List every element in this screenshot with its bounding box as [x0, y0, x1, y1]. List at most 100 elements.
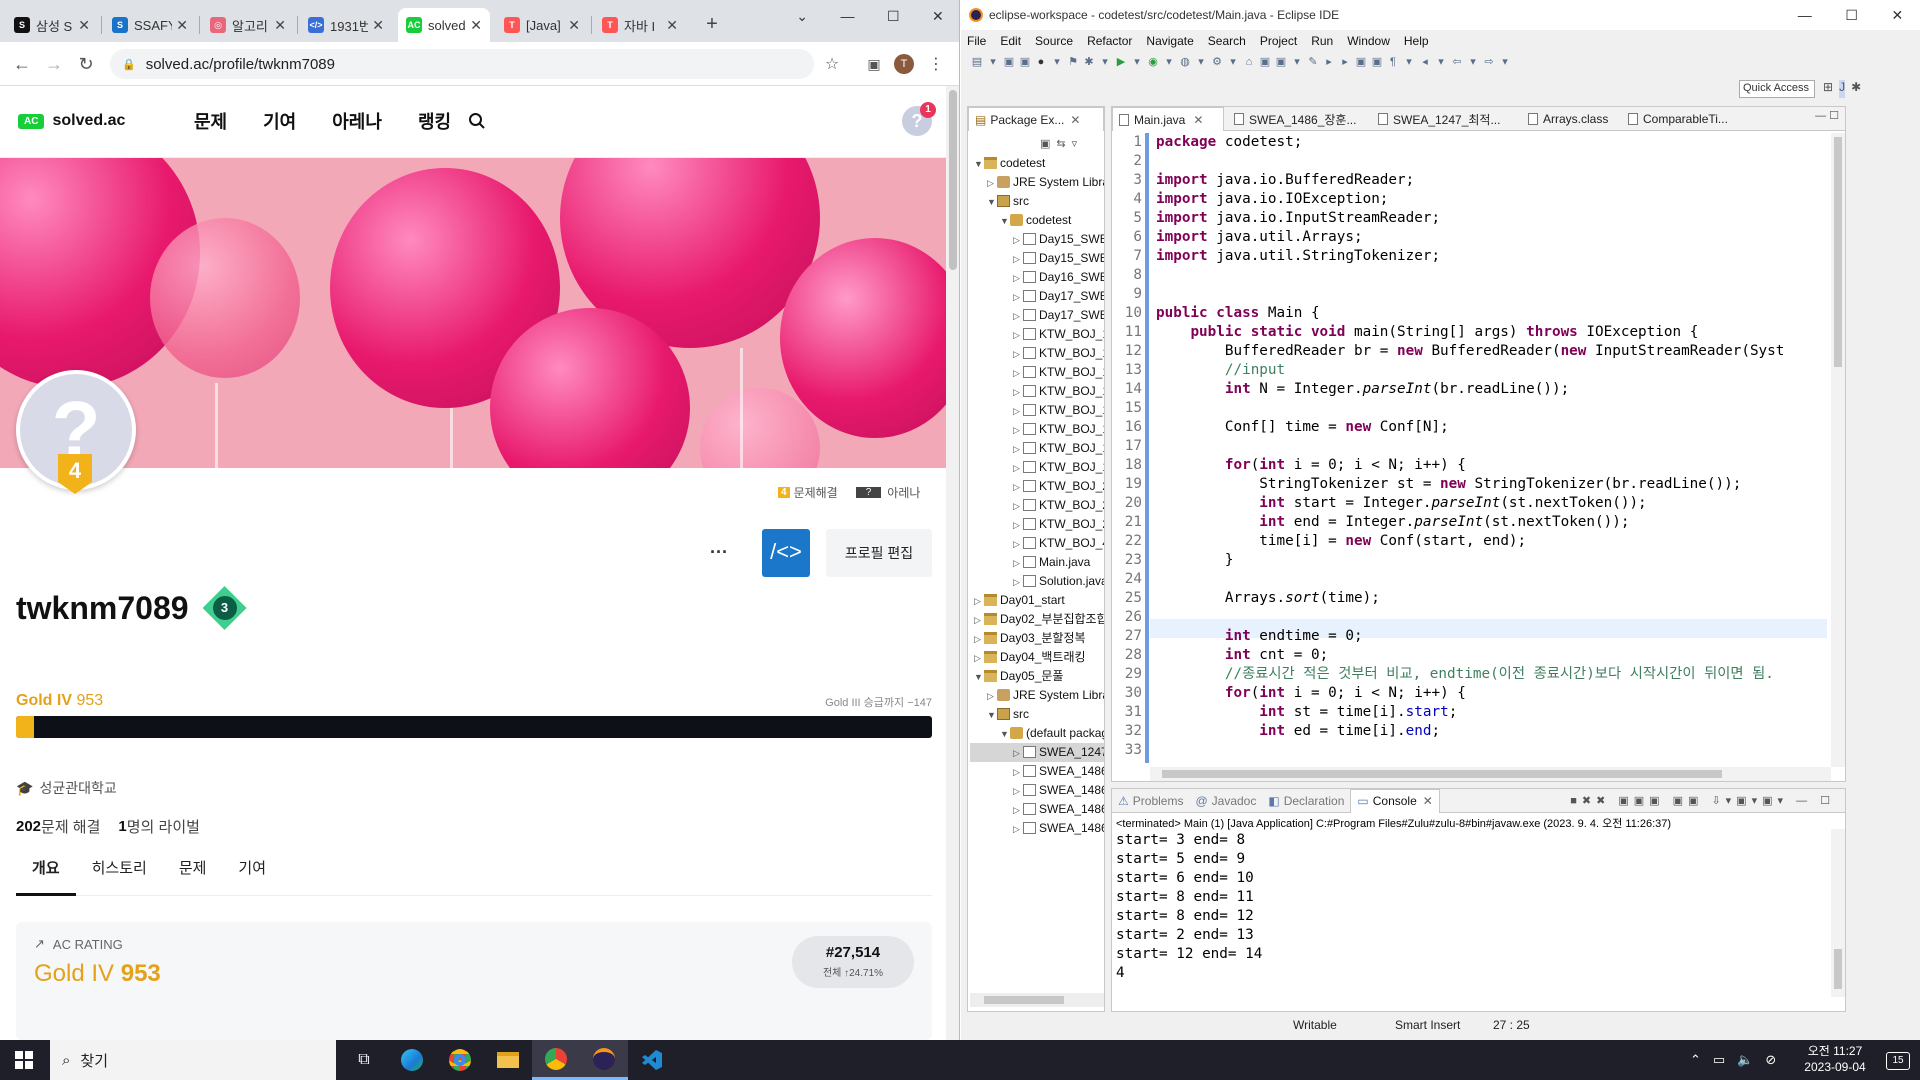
tree-item[interactable]: ▷ KTW_BOJ_14940	[970, 439, 1104, 458]
toolbar-icon[interactable]: ▾	[1401, 55, 1417, 68]
tree-expand-icon[interactable]: ▷	[1013, 516, 1023, 534]
tree-expand-icon[interactable]: ▷	[1013, 497, 1023, 515]
toolbar-icon[interactable]: ▾	[985, 55, 1001, 68]
bottom-panel-tab[interactable]: @ Javadoc	[1189, 789, 1262, 813]
solve-link[interactable]: 문제해결	[794, 484, 838, 501]
page-scrollbar-thumb[interactable]	[949, 90, 957, 270]
tab-close-icon[interactable]: ✕	[274, 17, 286, 34]
tree-item[interactable]: ▷ KTW_BOJ_11724	[970, 382, 1104, 401]
tree-expand-icon[interactable]: ▼	[1000, 212, 1010, 230]
tab-close-icon[interactable]: ✕	[372, 17, 384, 34]
collapse-all-icon[interactable]: ▣	[1040, 138, 1056, 150]
browser-tab[interactable]: T 자바 I ✕	[594, 8, 686, 42]
tree-expand-icon[interactable]: ▷	[1013, 269, 1023, 287]
code-line[interactable]: for(int i = 0; i < N; i++) {	[1156, 684, 1827, 703]
side-panel-icon[interactable]: ▣	[860, 50, 888, 78]
back-button[interactable]: ←	[8, 50, 36, 78]
tree-expand-icon[interactable]: ▷	[1013, 744, 1023, 762]
code-line[interactable]: public class Main {	[1156, 304, 1827, 323]
link-editor-icon[interactable]: ⇆	[1056, 138, 1071, 150]
tree-expand-icon[interactable]: ▷	[1013, 250, 1023, 268]
tree-item[interactable]: ▷ KTW_BOJ_1074_	[970, 325, 1104, 344]
notification-center-badge[interactable]: 15	[1886, 1052, 1910, 1070]
toolbar-icon[interactable]: ▸	[1337, 55, 1353, 68]
tree-expand-icon[interactable]: ▷	[1013, 763, 1023, 781]
tree-expand-icon[interactable]: ▷	[1013, 554, 1023, 572]
code-line[interactable]: import java.util.Arrays;	[1156, 228, 1827, 247]
code-line[interactable]	[1156, 152, 1827, 171]
tree-item[interactable]: ▷JRE System Library[zu	[970, 686, 1104, 705]
bookmark-star-icon[interactable]: ☆	[818, 50, 846, 78]
tree-item[interactable]: ▷ Day15_SWEA_40	[970, 249, 1104, 268]
debug-perspective-icon[interactable]: ✱	[1851, 80, 1861, 98]
bottom-panel-tab[interactable]: ▭ Console ✕	[1350, 788, 1440, 813]
tree-item[interactable]: ▷ SWEA_1486_장훈	[970, 762, 1104, 781]
tree-expand-icon[interactable]: ▷	[1013, 820, 1023, 838]
code-line[interactable]: import java.io.InputStreamReader;	[1156, 209, 1827, 228]
address-bar[interactable]: 🔒 solved.ac/profile/twknm7089	[110, 49, 814, 79]
code-line[interactable]: import java.util.StringTokenizer;	[1156, 247, 1827, 266]
tree-item[interactable]: ▼ codetest	[970, 154, 1104, 173]
eclipse-menu-item[interactable]: Project	[1260, 34, 1297, 48]
tree-hscroll-thumb[interactable]	[984, 996, 1064, 1004]
code-line[interactable]: int start = Integer.parseInt(st.nextToke…	[1156, 494, 1827, 513]
tree-expand-icon[interactable]: ▷	[974, 611, 984, 629]
toolbar-icon[interactable]: ⌂	[1241, 56, 1257, 68]
code-line[interactable]: time[i] = new Conf(start, end);	[1156, 532, 1827, 551]
new-tab-button[interactable]: +	[700, 12, 724, 36]
bottom-panel-tab[interactable]: ⚠ Problems	[1112, 789, 1189, 813]
toolbar-icon[interactable]: ▾	[1129, 55, 1145, 68]
tree-item[interactable]: ▷ Day15_SWEA_28	[970, 230, 1104, 249]
editor-hscrollbar[interactable]	[1150, 767, 1831, 781]
java-perspective-icon[interactable]: J	[1839, 80, 1846, 98]
tree-expand-icon[interactable]: ▷	[987, 174, 997, 192]
tree-item[interactable]: ▷JRE System Library[zu	[970, 173, 1104, 192]
eclipse-menu-item[interactable]: Refactor	[1087, 34, 1132, 48]
tree-item[interactable]: ▷ Main.java	[970, 553, 1104, 572]
tree-hscrollbar[interactable]	[970, 993, 1104, 1007]
tree-expand-icon[interactable]: ▷	[1013, 573, 1023, 591]
tree-item[interactable]: ▷ SWEA_1486_장훈	[970, 819, 1104, 838]
toolbar-icon[interactable]: ▤	[969, 55, 985, 68]
ime-icon[interactable]: ⊘	[1765, 1052, 1776, 1068]
toolbar-icon[interactable]: ▣	[1353, 55, 1369, 68]
tree-item[interactable]: ▷ Day16_SWEA_12	[970, 268, 1104, 287]
tab-close-icon[interactable]: ✕	[568, 17, 580, 34]
toolbar-icon[interactable]: ▣	[1017, 55, 1033, 68]
close-button[interactable]: ✕	[932, 8, 944, 25]
console-vscroll-thumb[interactable]	[1834, 949, 1842, 989]
code-line[interactable]	[1156, 285, 1827, 304]
profile-tab[interactable]: 히스토리	[76, 852, 163, 896]
editor-minmax-controls[interactable]: — ☐	[1815, 109, 1839, 122]
nav-link[interactable]: 기여	[263, 108, 296, 134]
eclipse-taskbar-icon[interactable]	[580, 1040, 628, 1080]
site-logo[interactable]: AC solved.ac	[18, 112, 125, 130]
tree-expand-icon[interactable]: ▼	[987, 193, 997, 211]
toolbar-icon[interactable]: ●	[1033, 56, 1049, 68]
code-line[interactable]: import java.io.IOException;	[1156, 190, 1827, 209]
volume-icon[interactable]: 🔈	[1737, 1052, 1753, 1068]
editor-tab[interactable]: SWEA_1247_최적...	[1372, 107, 1518, 131]
toolbar-icon[interactable]: ✱	[1081, 55, 1097, 68]
toolbar-icon[interactable]: ⚑	[1065, 55, 1081, 68]
tree-item[interactable]: ▷ KTW_BOJ_4779_	[970, 534, 1104, 553]
editor-tab-close-icon[interactable]: ✕	[1193, 113, 1203, 127]
tree-item[interactable]: ▷ Day01_start	[970, 591, 1104, 610]
tree-item[interactable]: ▷ KTW_BOJ_1260_	[970, 420, 1104, 439]
eclipse-menu-item[interactable]: Window	[1347, 34, 1390, 48]
toolbar-icon[interactable]: ▾	[1097, 55, 1113, 68]
editor-tab[interactable]: SWEA_1486_장훈...	[1228, 107, 1368, 131]
toolbar-icon[interactable]: ¶	[1385, 56, 1401, 68]
eclipse-menu-item[interactable]: Help	[1404, 34, 1429, 48]
tree-item[interactable]: ▷ KTW_BOJ_1697_	[970, 458, 1104, 477]
quick-access-field[interactable]: Quick Access	[1739, 80, 1815, 98]
tab-close-icon[interactable]: ✕	[176, 17, 188, 34]
rank-pill[interactable]: #27,514 전체 ↑24.71%	[792, 936, 914, 988]
tree-item[interactable]: ▷ Day17_SWEA_68	[970, 306, 1104, 325]
toolbar-icon[interactable]: ⚙	[1209, 55, 1225, 68]
profile-tab[interactable]: 문제	[163, 852, 223, 896]
view-menu-icon[interactable]: ▿	[1072, 138, 1084, 150]
tree-expand-icon[interactable]: ▷	[1013, 782, 1023, 800]
tab-close-icon[interactable]: ✕	[470, 17, 482, 34]
tree-expand-icon[interactable]: ▷	[1013, 478, 1023, 496]
